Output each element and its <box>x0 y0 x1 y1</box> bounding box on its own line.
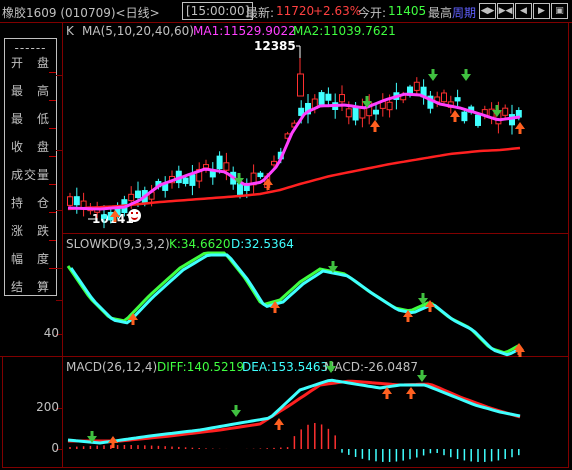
candle-body <box>243 185 250 191</box>
candle-body <box>352 106 359 121</box>
up-arrow-icon-stem <box>385 394 389 399</box>
down-arrow-icon-stem <box>495 105 499 110</box>
candle-body <box>359 107 366 119</box>
down-arrow-icon-stem <box>420 370 424 375</box>
up-arrow-icon-stem <box>266 185 270 190</box>
candle-body <box>413 81 420 91</box>
candle-body <box>237 182 243 195</box>
up-arrow-icon-stem <box>113 217 117 222</box>
candle-body <box>203 164 209 169</box>
macd-diff-line <box>67 378 521 445</box>
candle-body <box>454 97 461 102</box>
up-arrow-icon <box>450 110 460 117</box>
candle-body <box>386 101 393 111</box>
up-arrow-icon-stem <box>131 320 135 325</box>
candle-body <box>101 214 107 219</box>
up-arrow-icon-stem <box>111 443 115 448</box>
signal-arrows <box>110 69 525 222</box>
down-arrow-icon-stem <box>234 405 238 410</box>
candle-body <box>318 92 325 105</box>
down-arrow-icon-stem <box>421 293 425 298</box>
down-arrow-icon-stem <box>329 361 333 366</box>
candle-body <box>67 196 73 206</box>
down-arrow-icon-stem <box>365 96 369 101</box>
up-arrow-icon-stem <box>518 129 522 134</box>
up-arrow-icon-stem <box>517 350 521 355</box>
candle-body <box>461 111 468 122</box>
candle-body <box>182 177 189 184</box>
down-arrow-icon-stem <box>431 69 435 74</box>
up-arrow-icon <box>406 387 416 394</box>
down-arrow-icon-stem <box>331 261 335 266</box>
up-arrow-icon-stem <box>428 307 432 312</box>
candle-body <box>441 92 447 103</box>
kd-k-line <box>66 251 521 355</box>
up-arrow-icon-stem <box>409 394 413 399</box>
candle-body <box>271 160 277 166</box>
candle-body <box>73 196 80 206</box>
candle-body <box>189 174 196 186</box>
up-arrow-icon <box>274 418 284 425</box>
kd-d-line <box>69 253 520 357</box>
down-arrow-icon <box>231 410 241 417</box>
down-arrow-icon <box>428 74 438 81</box>
candle-body <box>475 114 481 126</box>
up-arrow-icon-stem <box>453 117 457 122</box>
down-arrow-icon-stem <box>237 173 241 178</box>
down-arrow-icon <box>461 74 471 81</box>
macd-histogram <box>69 423 520 462</box>
candle-body <box>345 108 352 118</box>
candle-body <box>257 172 264 178</box>
up-arrow-icon <box>370 120 380 127</box>
candle-body <box>216 155 223 170</box>
kd-signal-arrows <box>128 261 525 357</box>
down-arrow-icon-stem <box>90 431 94 436</box>
down-arrow-icon <box>326 366 336 373</box>
up-arrow-icon-stem <box>406 317 410 322</box>
candle-body <box>128 193 135 202</box>
up-arrow-icon-stem <box>273 308 277 313</box>
candle-body <box>223 162 230 171</box>
candle-body <box>373 109 379 115</box>
candle-body <box>502 107 509 116</box>
down-arrow-icon-stem <box>464 69 468 74</box>
chart-canvas <box>66 45 525 462</box>
macd-dea-line <box>68 379 521 443</box>
candle-body <box>297 73 304 97</box>
candle-body <box>135 190 141 199</box>
up-arrow-icon <box>515 122 525 129</box>
candle-body <box>339 94 345 103</box>
up-arrow-icon-stem <box>373 127 377 132</box>
up-arrow-icon-stem <box>277 425 281 430</box>
down-arrow-icon <box>417 375 427 382</box>
candle-body <box>325 93 332 101</box>
ma2-line <box>67 146 521 211</box>
